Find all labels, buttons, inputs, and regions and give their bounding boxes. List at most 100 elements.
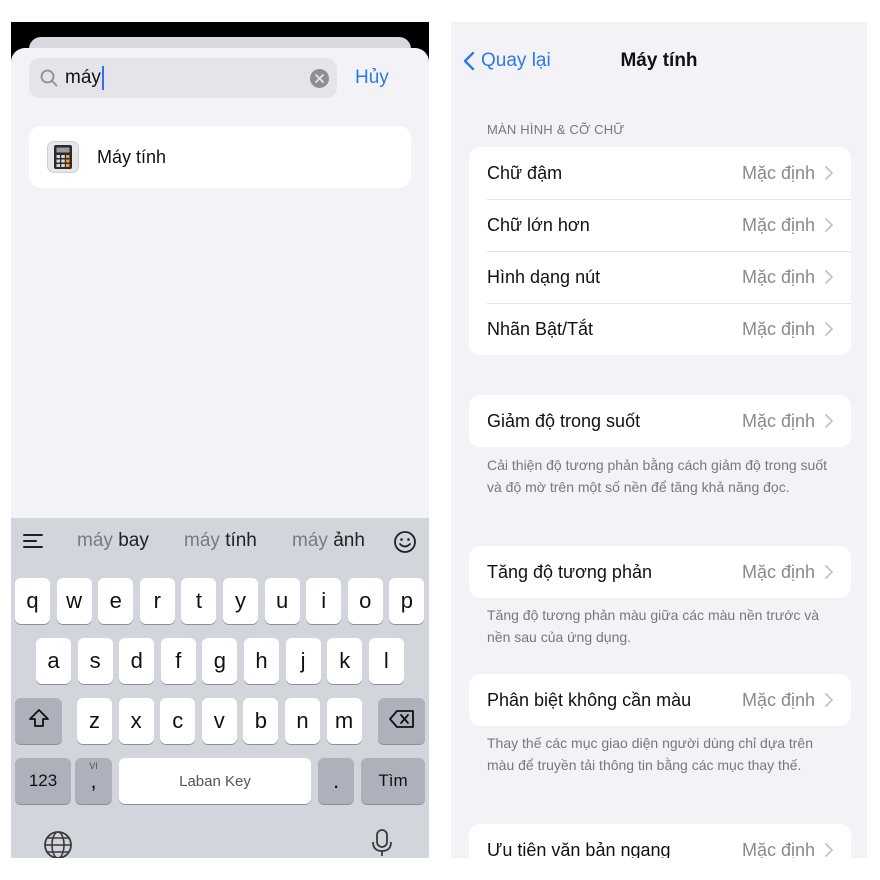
key-x[interactable]: x — [118, 698, 154, 744]
cancel-button[interactable]: Hủy — [355, 67, 389, 89]
reduce-transparency-note: Cải thiện độ tương phản bằng cách giảm đ… — [487, 457, 827, 495]
key-v[interactable]: v — [201, 698, 237, 744]
setting-value: Mặc định — [741, 839, 815, 859]
key-s[interactable]: s — [77, 638, 113, 684]
key-p[interactable]: p — [389, 578, 425, 624]
language-label: VI — [89, 761, 98, 771]
backspace-key[interactable] — [378, 698, 425, 744]
key-b[interactable]: b — [243, 698, 279, 744]
shift-icon — [28, 708, 50, 734]
setting-row-larger-text[interactable]: Chữ lớn hơn Mặc định — [469, 199, 851, 251]
search-result-item[interactable]: Máy tính — [29, 126, 411, 188]
globe-icon[interactable] — [43, 830, 73, 858]
setting-label: Giảm độ trong suốt — [487, 410, 641, 431]
setting-row-increase-contrast[interactable]: Tăng độ tương phản Mặc định — [469, 546, 851, 598]
key-e[interactable]: e — [98, 578, 134, 624]
display-text-size-group: Chữ đậm Mặc định Chữ lớn hơn Mặc định Hì… — [469, 147, 851, 355]
key-f[interactable]: f — [160, 638, 196, 684]
suggestion-3[interactable]: máy ảnh — [292, 530, 365, 552]
setting-value: Mặc định — [741, 266, 815, 287]
key-y[interactable]: y — [223, 578, 258, 624]
setting-label: Nhãn Bật/Tắt — [487, 318, 594, 339]
search-screen: máy Hủy Máy tính máy bay máy tính máy ản… — [11, 22, 429, 858]
key-h[interactable]: h — [244, 638, 279, 684]
key-g[interactable]: g — [202, 638, 238, 684]
key-k[interactable]: k — [327, 638, 363, 684]
chevron-right-icon — [825, 166, 833, 180]
key-o[interactable]: o — [347, 578, 383, 624]
increase-contrast-note: Tăng độ tương phản màu giữa các màu nền … — [487, 607, 820, 645]
setting-label: Phân biệt không cần màu — [487, 689, 692, 710]
setting-row-on-off-labels[interactable]: Nhãn Bật/Tắt Mặc định — [469, 303, 851, 355]
calculator-icon — [47, 141, 79, 173]
key-m[interactable]: m — [326, 698, 362, 744]
differentiate-group: Phân biệt không cần màu Mặc định — [469, 674, 851, 726]
text-caret — [101, 66, 104, 90]
chevron-right-icon — [825, 322, 833, 336]
clear-icon[interactable] — [310, 68, 329, 88]
setting-label: Chữ lớn hơn — [487, 214, 590, 235]
comma-label: , — [90, 768, 97, 793]
period-key[interactable]: . — [318, 758, 354, 804]
setting-row-reduce-transparency[interactable]: Giảm độ trong suốt Mặc định — [469, 395, 851, 447]
backspace-icon — [388, 708, 415, 734]
search-return-key[interactable]: Tìm — [361, 758, 425, 804]
search-input[interactable]: máy — [29, 58, 337, 98]
section-header: MÀN HÌNH & CỠ CHỮ — [487, 122, 625, 137]
setting-value: Mặc định — [741, 318, 815, 339]
setting-value: Mặc định — [741, 410, 815, 431]
key-a[interactable]: a — [36, 638, 71, 684]
chevron-right-icon — [825, 693, 833, 707]
setting-row-differentiate-without-color[interactable]: Phân biệt không cần màu Mặc định — [469, 674, 851, 726]
navigation-bar: Quay lại Máy tính — [451, 22, 867, 100]
setting-label: Tăng độ tương phản — [487, 561, 652, 582]
setting-value: Mặc định — [741, 561, 815, 582]
search-bar: máy Hủy — [29, 58, 419, 98]
settings-screen: Quay lại Máy tính MÀN HÌNH & CỠ CHỮ Chữ … — [451, 22, 867, 858]
setting-label: Ưu tiên văn bản ngang — [487, 839, 671, 859]
search-icon — [39, 68, 59, 88]
key-w[interactable]: w — [56, 578, 92, 624]
key-d[interactable]: d — [119, 638, 155, 684]
suggestion-1[interactable]: máy bay — [77, 530, 149, 552]
chevron-right-icon — [825, 218, 833, 232]
key-c[interactable]: c — [160, 698, 196, 744]
key-j[interactable]: j — [285, 638, 321, 684]
microphone-icon[interactable] — [371, 828, 393, 858]
setting-row-button-shapes[interactable]: Hình dạng nút Mặc định — [469, 251, 851, 303]
key-l[interactable]: l — [368, 638, 404, 684]
setting-label: Hình dạng nút — [487, 266, 601, 287]
prefer-horizontal-group: Ưu tiên văn bản ngang Mặc định — [469, 824, 851, 858]
chevron-right-icon — [825, 270, 833, 284]
setting-value: Mặc định — [741, 214, 815, 235]
comma-key[interactable]: VI , — [75, 758, 112, 804]
differentiate-note: Thay thế các mục giao diện người dùng ch… — [487, 735, 813, 773]
setting-row-prefer-horizontal-text[interactable]: Ưu tiên văn bản ngang Mặc định — [469, 824, 851, 858]
emoji-icon[interactable] — [393, 530, 417, 554]
page-title: Máy tính — [620, 50, 698, 71]
reduce-transparency-group: Giảm độ trong suốt Mặc định — [469, 395, 851, 447]
key-u[interactable]: u — [264, 578, 300, 624]
suggestion-bar: máy bay máy tính máy ảnh — [11, 518, 429, 566]
keyboard: máy bay máy tính máy ảnh 123 VI , Laban … — [11, 518, 429, 858]
search-query: máy — [65, 66, 310, 90]
key-r[interactable]: r — [139, 578, 175, 624]
setting-label: Chữ đậm — [487, 162, 563, 183]
suggestion-2[interactable]: máy tính — [184, 530, 257, 552]
setting-row-bold-text[interactable]: Chữ đậm Mặc định — [469, 147, 851, 199]
space-key[interactable]: Laban Key — [119, 758, 311, 804]
key-n[interactable]: n — [285, 698, 320, 744]
menu-icon[interactable] — [23, 532, 45, 552]
key-q[interactable]: q — [15, 578, 50, 624]
key-z[interactable]: z — [77, 698, 112, 744]
key-t[interactable]: t — [181, 578, 217, 624]
increase-contrast-group: Tăng độ tương phản Mặc định — [469, 546, 851, 598]
setting-value: Mặc định — [741, 162, 815, 183]
numbers-key[interactable]: 123 — [15, 758, 71, 804]
setting-value: Mặc định — [741, 689, 815, 710]
result-label: Máy tính — [97, 146, 167, 167]
key-i[interactable]: i — [306, 578, 342, 624]
chevron-right-icon — [825, 414, 833, 428]
shift-key[interactable] — [15, 698, 62, 744]
chevron-right-icon — [825, 843, 833, 857]
